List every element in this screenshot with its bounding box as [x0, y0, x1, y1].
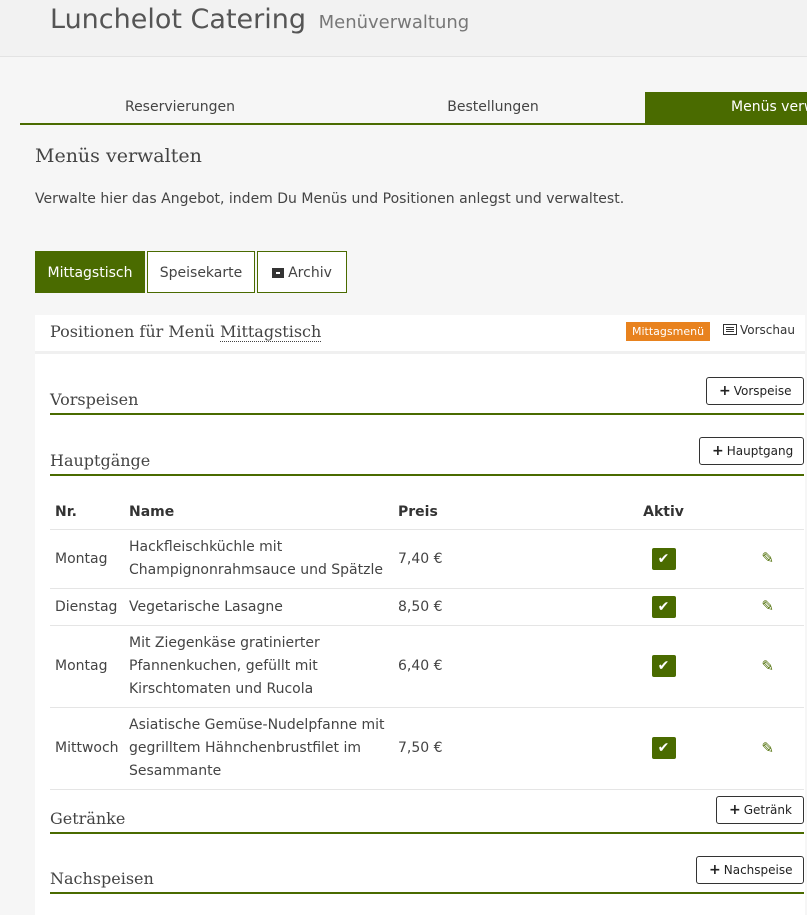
row-active-cell: ✔ [616, 707, 711, 790]
column-header-actions [711, 495, 804, 530]
panel-header: Positionen für Menü Mittagstisch Mittags… [35, 315, 805, 354]
plus-icon: + [729, 802, 741, 818]
tab-reservierungen[interactable]: Reservierungen [20, 92, 340, 123]
checkmark-icon[interactable]: ✔ [651, 655, 676, 677]
add-button-label: Nachspeise [723, 863, 793, 877]
column-header-aktiv: Aktiv [616, 495, 711, 530]
plus-icon: + [712, 443, 724, 459]
section-hauptgaenge: Hauptgänge + Hauptgang [50, 437, 804, 476]
row-actions: ✎ [711, 588, 804, 626]
subtab-archiv-label: Archiv [288, 265, 332, 281]
section-title: Vorspeisen [50, 390, 139, 409]
menu-panel: Positionen für Menü Mittagstisch Mittags… [35, 315, 805, 915]
add-button-label: Getränk [743, 803, 792, 817]
row-nr: Dienstag [50, 588, 124, 626]
plus-icon: + [709, 862, 721, 878]
table-row[interactable]: Montag Mit Ziegenkäse gratinierter Pfann… [50, 625, 804, 708]
row-nr: Mittwoch [50, 707, 124, 790]
checkmark-icon[interactable]: ✔ [651, 547, 676, 570]
brand-name: Lunchelot Catering [50, 4, 306, 35]
table-header-row: Nr. Name Preis Aktiv [50, 495, 804, 530]
add-button-label: Hauptgang [726, 444, 794, 458]
row-name: Mit Ziegenkäse gratinierter Pfannenkuche… [124, 625, 393, 708]
brand-subtitle: Menüverwaltung [318, 12, 470, 33]
column-header-name: Name [124, 495, 393, 530]
panel-title: Positionen für Menü Mittagstisch [50, 322, 322, 342]
subtab-mittagstisch[interactable]: Mittagstisch [35, 251, 145, 293]
row-actions: ✎ [711, 625, 804, 708]
row-active-cell: ✔ [616, 529, 711, 589]
add-nachspeise-button[interactable]: + Nachspeise [696, 856, 804, 884]
table-row[interactable]: Dienstag Vegetarische Lasagne 8,50 € ✔ ✎ [50, 588, 804, 626]
plus-icon: + [719, 383, 731, 399]
section-title: Nachspeisen [50, 869, 154, 888]
main-nav: Reservierungen Bestellungen Menüs verw [20, 92, 807, 125]
top-header: Lunchelot Catering Menüverwaltung [0, 0, 807, 57]
preview-link[interactable]: Vorschau [723, 323, 795, 337]
row-name: Vegetarische Lasagne [124, 588, 393, 626]
page-description: Verwalte hier das Angebot, indem Du Menü… [35, 191, 625, 207]
add-getraenk-button[interactable]: + Getränk [716, 796, 804, 824]
menu-type-badge: Mittagsmenü [626, 322, 711, 341]
preview-icon [723, 324, 737, 335]
row-price: 7,50 € [393, 707, 616, 790]
table-row[interactable]: Mittwoch Asiatische Gemüse-Nudelpfanne m… [50, 707, 804, 790]
row-active-cell: ✔ [616, 625, 711, 708]
archive-icon [272, 268, 285, 278]
add-hauptgang-button[interactable]: + Hauptgang [699, 437, 804, 465]
checkmark-icon[interactable]: ✔ [651, 737, 676, 759]
row-active-cell: ✔ [616, 588, 711, 626]
row-price: 7,40 € [393, 529, 616, 589]
page-title: Menüs verwalten [35, 145, 202, 167]
add-vorspeise-button[interactable]: + Vorspeise [706, 377, 804, 405]
tab-menues[interactable]: Menüs verw [645, 92, 807, 123]
subtab-archiv[interactable]: Archiv [257, 251, 347, 293]
column-header-nr: Nr. [50, 495, 124, 530]
section-title: Getränke [50, 809, 126, 828]
section-getraenke: Getränke + Getränk [50, 796, 804, 834]
tab-bestellungen[interactable]: Bestellungen [333, 92, 653, 123]
menu-name-link[interactable]: Mittagstisch [219, 322, 322, 342]
add-button-label: Vorspeise [733, 384, 792, 398]
pencil-icon[interactable]: ✎ [761, 657, 774, 675]
pencil-icon[interactable]: ✎ [761, 549, 774, 567]
dishes-table: Nr. Name Preis Aktiv Montag Hackfleischk… [50, 495, 804, 790]
table-row[interactable]: Montag Hackfleischküchle mit Champignonr… [50, 529, 804, 589]
row-name: Hackfleischküchle mit Champignonrahmsauc… [124, 529, 393, 589]
row-price: 6,40 € [393, 625, 616, 708]
subtab-speisekarte[interactable]: Speisekarte [147, 251, 255, 293]
section-vorspeisen: Vorspeisen + Vorspeise [50, 377, 804, 415]
checkmark-icon[interactable]: ✔ [651, 595, 676, 618]
row-actions: ✎ [711, 707, 804, 790]
row-nr: Montag [50, 529, 124, 589]
section-title: Hauptgänge [50, 451, 151, 470]
row-name: Asiatische Gemüse-Nudelpfanne mit gegril… [124, 707, 393, 790]
row-actions: ✎ [711, 529, 804, 589]
panel-title-prefix: Positionen für Menü [50, 322, 215, 341]
column-header-preis: Preis [393, 495, 616, 530]
preview-label: Vorschau [740, 323, 795, 337]
row-nr: Montag [50, 625, 124, 708]
row-price: 8,50 € [393, 588, 616, 626]
pencil-icon[interactable]: ✎ [761, 597, 774, 615]
pencil-icon[interactable]: ✎ [761, 739, 774, 757]
brand[interactable]: Lunchelot Catering Menüverwaltung [50, 4, 469, 35]
section-nachspeisen: Nachspeisen + Nachspeise [50, 856, 804, 894]
